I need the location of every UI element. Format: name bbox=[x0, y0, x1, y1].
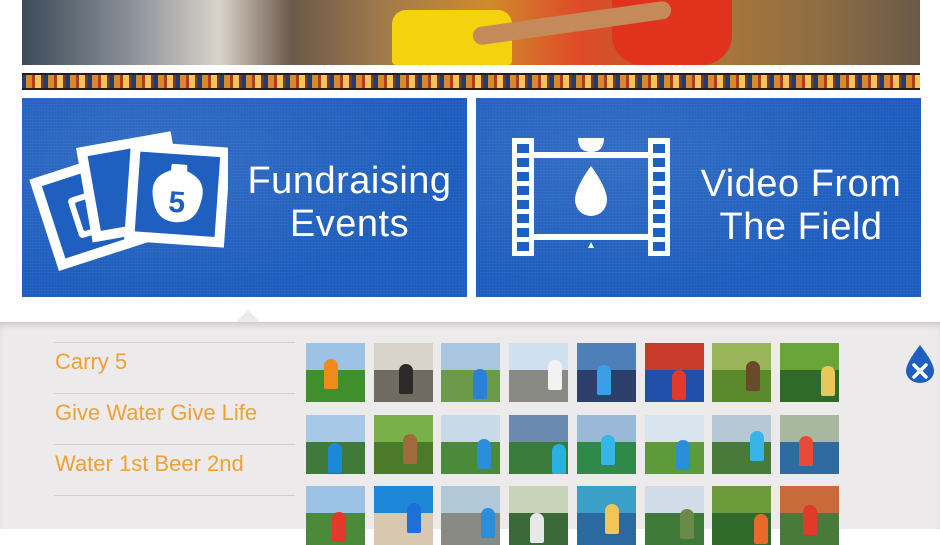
thumbnail-background bbox=[509, 415, 568, 442]
photo-thumbnail[interactable] bbox=[441, 343, 500, 402]
photo-thumbnail[interactable] bbox=[374, 343, 433, 402]
tile-title-line: The Field bbox=[719, 206, 883, 248]
thumbnail-subject bbox=[605, 504, 619, 534]
thumbnail-subject bbox=[597, 365, 611, 395]
water-drop-close-icon[interactable] bbox=[905, 343, 935, 383]
fundraising-events-tile[interactable]: 5 Fundraising Events bbox=[22, 98, 467, 297]
photo-thumbnail[interactable] bbox=[780, 343, 839, 402]
photo-thumbnail[interactable] bbox=[306, 486, 365, 545]
photo-thumbnail[interactable] bbox=[509, 343, 568, 402]
thumbnail-subject bbox=[548, 360, 562, 390]
photo-thumbnail[interactable] bbox=[374, 486, 433, 545]
thumbnail-foreground bbox=[441, 441, 500, 474]
thumbnail-subject bbox=[328, 443, 342, 473]
tile-title-line: Events bbox=[289, 203, 410, 245]
thumbnail-subject bbox=[552, 444, 566, 474]
thumbnail-subject bbox=[803, 505, 817, 535]
thumbnail-background bbox=[645, 486, 704, 513]
photo-thumbnail[interactable] bbox=[780, 486, 839, 545]
photo-thumbnail[interactable] bbox=[441, 415, 500, 474]
photo-thumbnail[interactable] bbox=[306, 415, 365, 474]
thumbnail-foreground bbox=[441, 369, 500, 402]
hero-photo bbox=[22, 0, 920, 65]
thumbnail-background bbox=[509, 486, 568, 513]
photo-badge-number: 5 bbox=[167, 186, 186, 220]
thumbnail-subject bbox=[746, 361, 760, 391]
tile-title-line: Fundraising bbox=[247, 160, 452, 202]
thumbnail-background bbox=[441, 343, 500, 370]
thumbnail-background bbox=[441, 415, 500, 442]
photo-thumbnail[interactable] bbox=[780, 415, 839, 474]
photo-thumbnail[interactable] bbox=[509, 415, 568, 474]
thumbnail-background bbox=[712, 486, 771, 513]
video-from-the-field-title: Video From The Field bbox=[686, 163, 916, 249]
thumbnail-subject bbox=[750, 431, 764, 461]
thumbnail-foreground bbox=[645, 441, 704, 474]
menu-item-water-1st-beer-2nd[interactable]: Water 1st Beer 2nd bbox=[54, 444, 295, 496]
thumbnail-background bbox=[306, 486, 365, 513]
thumbnail-subject bbox=[672, 370, 686, 400]
photo-thumbnail[interactable] bbox=[577, 343, 636, 402]
photo-thumbnail[interactable] bbox=[645, 486, 704, 545]
thumbnail-subject bbox=[821, 366, 835, 396]
thumbnail-foreground bbox=[712, 369, 771, 402]
photo-thumbnail[interactable] bbox=[645, 343, 704, 402]
photo-thumbnail[interactable] bbox=[374, 415, 433, 474]
photo-thumbnail[interactable] bbox=[441, 486, 500, 545]
tile-title-line: Video From bbox=[700, 163, 902, 205]
thumbnail-subject bbox=[481, 508, 495, 538]
photo-thumbnail[interactable] bbox=[509, 486, 568, 545]
thumbnail-background bbox=[645, 343, 704, 370]
thumbnail-subject bbox=[799, 436, 813, 466]
thumbnail-subject bbox=[399, 364, 413, 394]
thumbnail-subject bbox=[680, 509, 694, 539]
thumbnail-subject bbox=[754, 514, 768, 544]
photo-thumbnail[interactable] bbox=[645, 415, 704, 474]
photo-thumbnail[interactable] bbox=[577, 415, 636, 474]
thumbnail-subject bbox=[477, 439, 491, 469]
thumbnail-subject bbox=[324, 359, 338, 389]
event-menu: Carry 5 Give Water Give Life Water 1st B… bbox=[54, 342, 295, 496]
video-from-the-field-tile[interactable]: Video From The Field bbox=[476, 98, 921, 297]
menu-item-carry-5[interactable]: Carry 5 bbox=[54, 342, 295, 393]
menu-item-give-water-give-life[interactable]: Give Water Give Life bbox=[54, 393, 295, 444]
film-strip-water-icon bbox=[506, 136, 676, 263]
panel-pointer-caret bbox=[236, 310, 260, 322]
thumbnail-subject bbox=[473, 369, 487, 399]
thumbnail-subject bbox=[601, 435, 615, 465]
thumbnail-background bbox=[645, 415, 704, 442]
thumbnail-subject bbox=[403, 434, 417, 464]
fundraising-events-title: Fundraising Events bbox=[237, 160, 462, 246]
thumbnail-subject bbox=[676, 440, 690, 470]
decorative-pattern-band bbox=[22, 73, 920, 90]
photo-thumbnail[interactable] bbox=[712, 343, 771, 402]
thumbnail-subject bbox=[332, 512, 346, 542]
photo-thumbnail[interactable] bbox=[306, 343, 365, 402]
photo-thumbnail[interactable] bbox=[577, 486, 636, 545]
thumbnail-background bbox=[374, 486, 433, 513]
photo-thumbnail[interactable] bbox=[712, 415, 771, 474]
thumbnail-background bbox=[306, 415, 365, 442]
photo-thumbnail[interactable] bbox=[712, 486, 771, 545]
thumbnail-subject bbox=[530, 513, 544, 543]
thumbnail-background bbox=[712, 343, 771, 370]
photo-stack-icon: 5 bbox=[28, 120, 231, 285]
